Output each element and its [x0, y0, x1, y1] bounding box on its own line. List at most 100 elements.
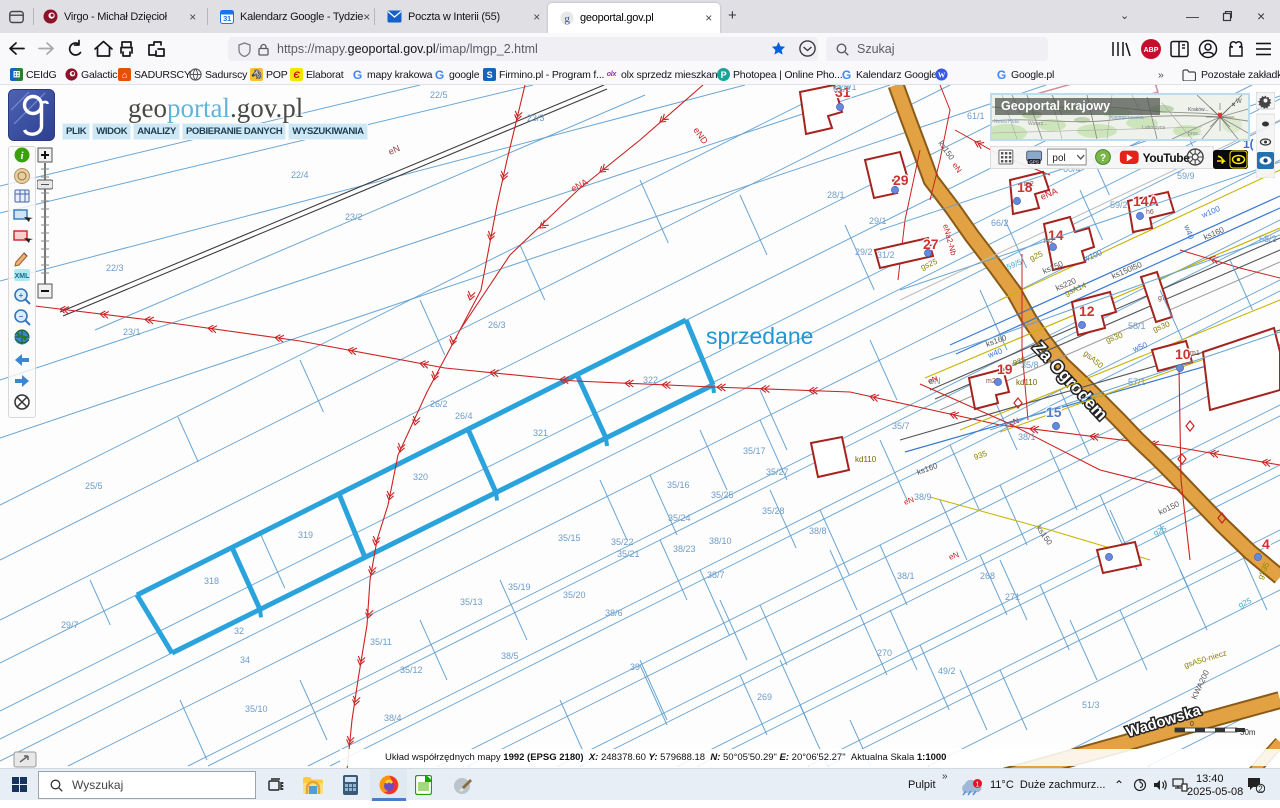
svg-text:35/11: 35/11 [370, 637, 392, 647]
svg-text:kd110: kd110 [855, 455, 877, 464]
svg-text:KWA200: KWA200 [1190, 668, 1212, 701]
svg-text:38/9: 38/9 [914, 492, 932, 502]
svg-text:XML: XML [15, 273, 31, 280]
svg-text:51/3: 51/3 [1082, 700, 1100, 710]
svg-text:gsA50-niecz: gsA50-niecz [1183, 648, 1228, 669]
svg-text:g25: g25 [1028, 249, 1044, 263]
svg-text:35/13: 35/13 [460, 597, 483, 607]
svg-text:35/12: 35/12 [400, 665, 423, 675]
svg-text:W: W [1236, 99, 1242, 105]
svg-text:49/2: 49/2 [938, 666, 956, 676]
svg-text:35/10: 35/10 [245, 704, 268, 714]
svg-text:35/7: 35/7 [892, 421, 910, 431]
svg-text:4: 4 [1262, 536, 1270, 552]
svg-text:22/5: 22/5 [430, 90, 448, 100]
svg-text:22/3: 22/3 [106, 263, 124, 273]
svg-text:12: 12 [1079, 303, 1095, 319]
svg-text:35/27: 35/27 [766, 467, 789, 477]
svg-text:Wawrz...: Wawrz... [1028, 121, 1047, 127]
svg-text:35/17: 35/17 [743, 446, 766, 456]
svg-text:1: 1 [976, 782, 980, 789]
svg-text:321: 321 [533, 428, 548, 438]
svg-text:29: 29 [893, 172, 909, 188]
svg-text:ks150: ks150 [1034, 524, 1054, 547]
svg-text:28/1: 28/1 [827, 190, 845, 200]
svg-text:35/19: 35/19 [508, 582, 531, 592]
svg-text:ks160: ks160 [1202, 225, 1226, 242]
svg-text:38/10: 38/10 [709, 536, 732, 546]
svg-text:935: 935 [973, 449, 989, 462]
svg-text:318: 318 [204, 576, 219, 586]
svg-text:320: 320 [413, 472, 428, 482]
svg-text:61/1: 61/1 [967, 111, 985, 121]
svg-text:g: g [564, 13, 570, 25]
svg-text:32: 32 [234, 626, 244, 636]
svg-text:19: 19 [997, 361, 1013, 377]
svg-text:38/4: 38/4 [384, 713, 402, 723]
svg-text:23/1: 23/1 [123, 327, 141, 337]
svg-text:h6: h6 [1146, 209, 1154, 216]
svg-text:eN: eN [950, 161, 963, 175]
svg-text:35/21: 35/21 [617, 549, 640, 559]
svg-text:?: ? [1100, 153, 1106, 164]
svg-text:61/2: 61/2 [833, 85, 851, 94]
svg-text:w40: w40 [1182, 223, 1196, 241]
svg-text:g25: g25 [1152, 524, 1168, 538]
svg-text:38/5: 38/5 [501, 651, 519, 661]
svg-text:29/7: 29/7 [61, 620, 79, 630]
svg-text:eND: eND [691, 125, 710, 146]
svg-text:38/23: 38/23 [673, 544, 696, 554]
svg-text:gs30: gs30 [1105, 330, 1125, 345]
svg-text:+: + [19, 291, 24, 300]
svg-text:2: 2 [1258, 785, 1263, 794]
svg-text:30m: 30m [1240, 728, 1256, 737]
svg-text:35/22: 35/22 [611, 537, 634, 547]
svg-text:Za Ogrodem: Za Ogrodem [1029, 338, 1111, 424]
svg-text:−: − [19, 312, 24, 321]
svg-text:38/8: 38/8 [809, 526, 827, 536]
svg-text:29/2: 29/2 [855, 247, 873, 257]
svg-text:39: 39 [630, 662, 640, 672]
svg-text:322: 322 [643, 375, 658, 385]
svg-text:m2: m2 [1024, 181, 1034, 188]
svg-text:22/4: 22/4 [291, 170, 309, 180]
svg-text:319: 319 [298, 530, 313, 540]
svg-text:31: 31 [223, 14, 231, 23]
svg-text:Nowa Huta: Nowa Huta [994, 119, 1019, 125]
svg-text:271: 271 [1005, 592, 1020, 602]
svg-text:g25: g25 [1237, 596, 1253, 610]
svg-text:GPS: GPS [1029, 159, 1038, 164]
svg-text:ks160: ks160 [985, 333, 1009, 349]
svg-text:YouTube: YouTube [1143, 151, 1191, 165]
svg-text:m1: m1 [1190, 350, 1200, 357]
svg-text:eN: eN [948, 550, 961, 562]
svg-text:35/20: 35/20 [563, 590, 586, 600]
svg-text:59/9: 59/9 [1177, 171, 1195, 181]
svg-text:gs30: gs30 [1152, 319, 1172, 334]
svg-text:eNA: eNA [569, 177, 589, 194]
svg-text:ko150: ko150 [1157, 499, 1181, 517]
svg-text:35/28: 35/28 [762, 506, 785, 516]
svg-text:23/3: 23/3 [527, 113, 545, 123]
svg-text:eNa2-Nb: eNa2-Nb [941, 223, 958, 257]
svg-text:29/1: 29/1 [869, 216, 887, 226]
svg-text:58/1: 58/1 [1128, 321, 1146, 331]
svg-text:35/16: 35/16 [667, 480, 690, 490]
svg-text:26/3: 26/3 [488, 320, 506, 330]
svg-text:0: 0 [1190, 721, 1194, 728]
svg-text:m2: m2 [986, 378, 996, 385]
svg-text:Kocmyrzowska: Kocmyrzowska [1110, 115, 1144, 121]
svg-text:kd110: kd110 [1016, 378, 1038, 387]
svg-text:ks150l50: ks150l50 [1110, 260, 1144, 281]
svg-text:34: 34 [240, 655, 250, 665]
svg-text:35/25: 35/25 [711, 490, 734, 500]
svg-text:14A: 14A [1133, 193, 1159, 209]
svg-text:38/6: 38/6 [605, 608, 623, 618]
svg-text:59/2: 59/2 [1110, 200, 1128, 210]
svg-text:Luborzyca: Luborzyca [1142, 125, 1165, 131]
svg-text:31/2: 31/2 [877, 250, 895, 260]
svg-text:pros...: pros... [1188, 131, 1202, 137]
svg-text:ABP: ABP [1144, 47, 1159, 54]
svg-text:gsA50: gsA50 [1082, 349, 1106, 371]
svg-text:26/2: 26/2 [430, 399, 448, 409]
